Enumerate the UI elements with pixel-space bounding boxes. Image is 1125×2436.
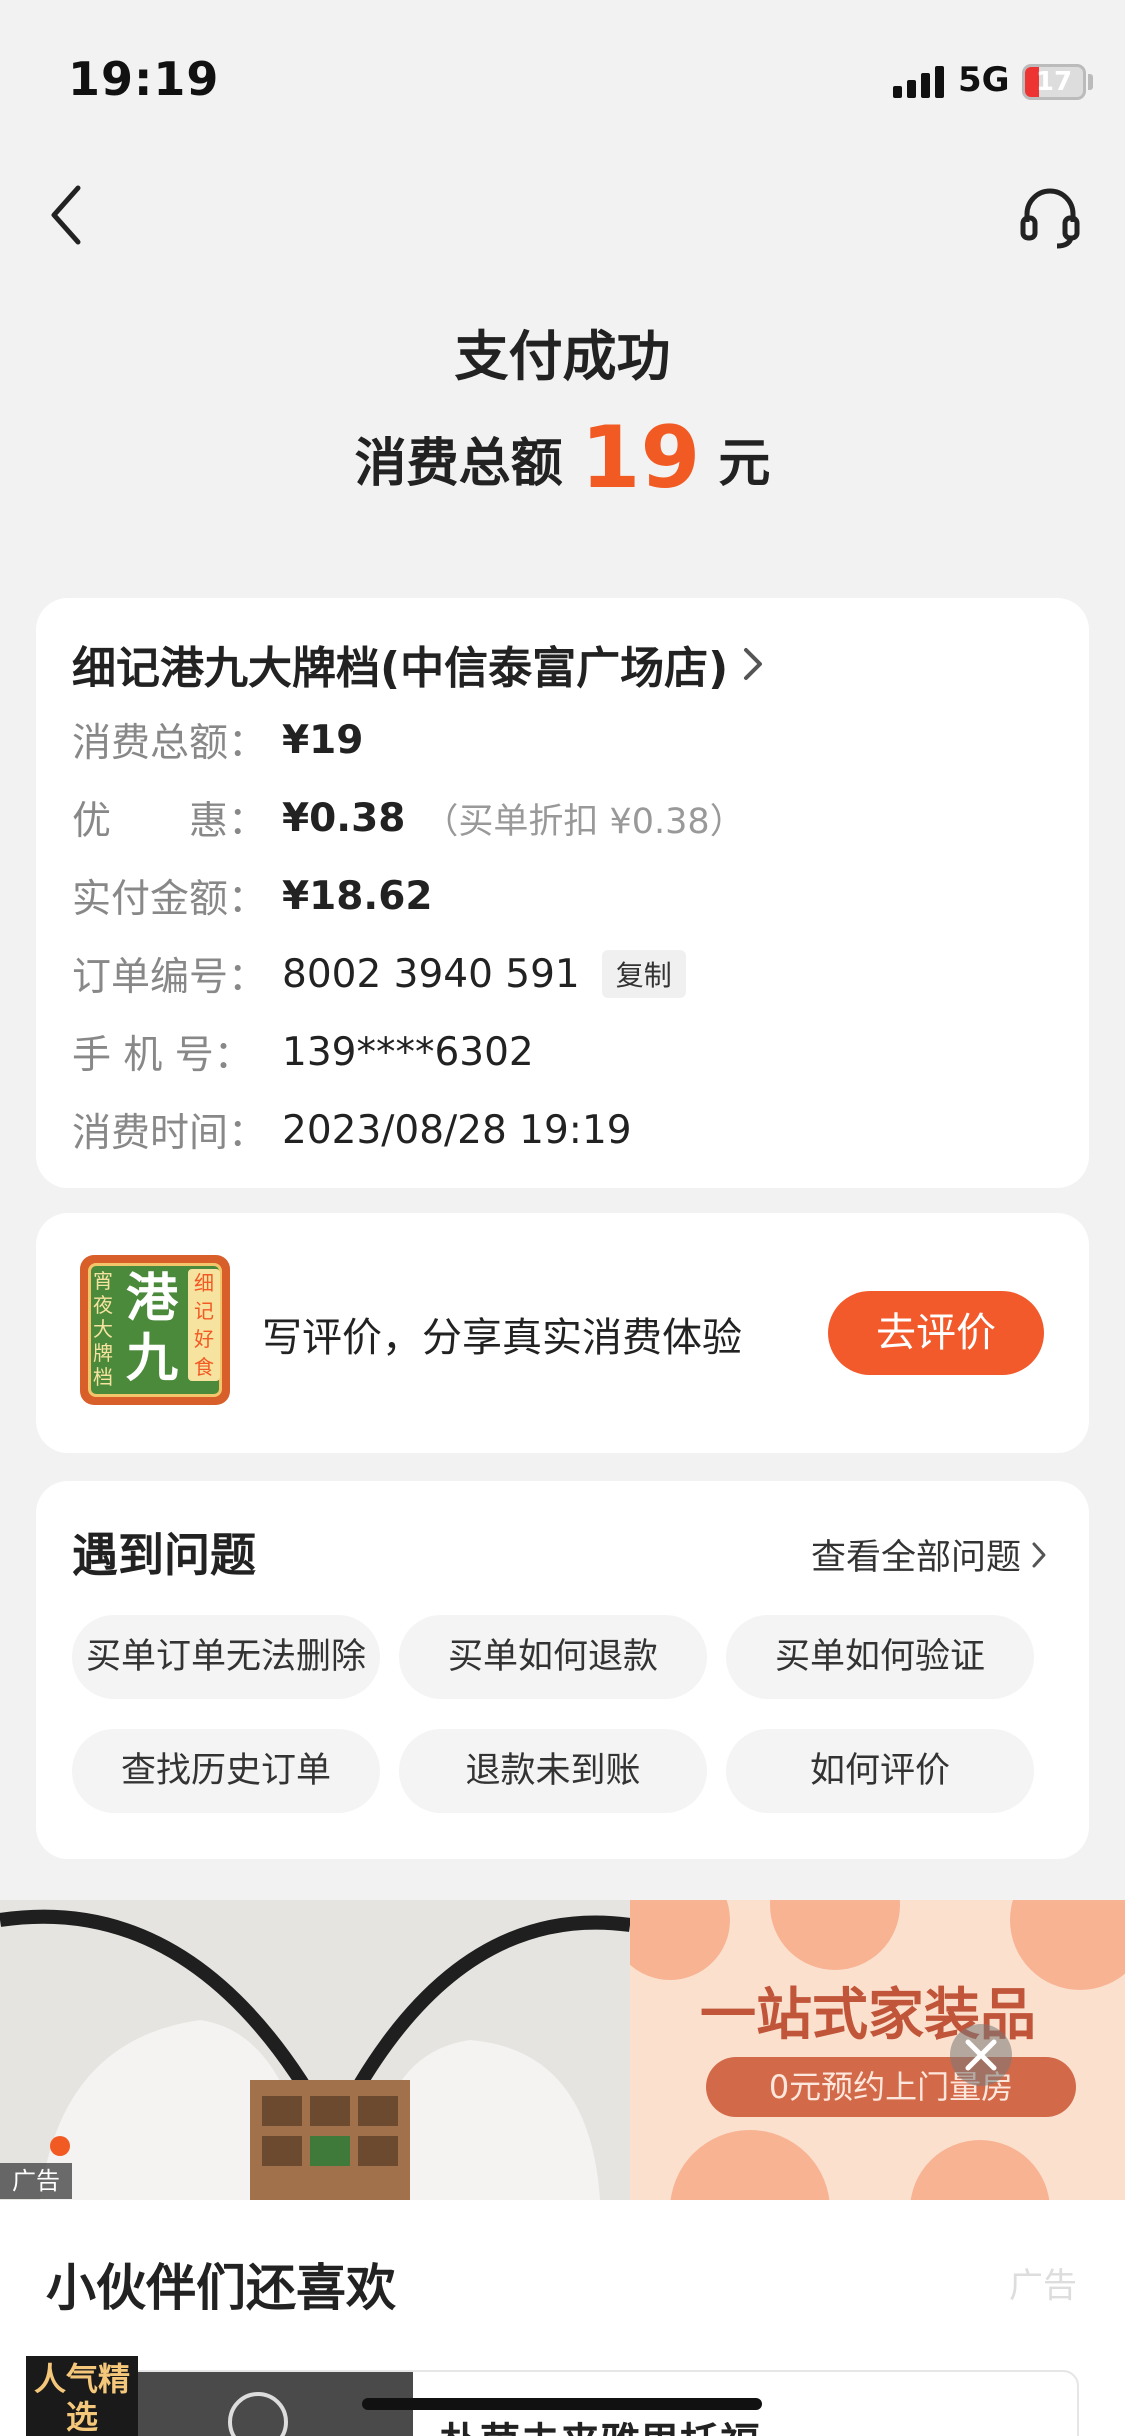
problem-chip[interactable]: 买单订单无法删除 xyxy=(72,1615,380,1699)
order-details-card: 细记港九大牌档(中信泰富广场店) 消费总额： ¥19 优 惠： ¥0.38 （买… xyxy=(36,598,1089,1188)
problem-chip[interactable]: 退款未到账 xyxy=(399,1729,707,1813)
info-row-time: 消费时间： 2023/08/28 19:19 xyxy=(72,1102,632,1158)
discount-note: （买单折扣 ¥0.38） xyxy=(423,801,745,842)
info-row-total: 消费总额： ¥19 xyxy=(72,712,363,768)
chevron-right-icon xyxy=(1032,1542,1046,1567)
status-time: 19:19 xyxy=(68,52,220,106)
battery-level: 17 xyxy=(1035,67,1073,97)
home-indicator xyxy=(362,2398,762,2410)
logo-main: 港九 xyxy=(125,1269,178,1389)
info-value: ¥18.62 xyxy=(282,873,433,919)
ad-subline: 0元预约上门量房 xyxy=(706,2057,1076,2117)
signal-icon xyxy=(893,66,945,98)
review-card: 宵夜大牌档 港九 细记好食 写评价，分享真实消费体验 去评价 xyxy=(36,1213,1089,1453)
chevron-left-icon xyxy=(51,185,81,245)
recommend-title: 小伙伴们还喜欢 xyxy=(46,2259,396,2317)
customer-service-button[interactable] xyxy=(1015,182,1085,252)
info-row-phone: 手 机 号： 139****6302 xyxy=(72,1024,534,1080)
battery-cap xyxy=(1088,74,1093,90)
ad-close-button[interactable] xyxy=(950,2024,1012,2086)
shop-name: 细记港九大牌档(中信泰富广场店) xyxy=(72,643,729,694)
recommend-ad-label: 广告 xyxy=(1009,2266,1077,2306)
headset-icon xyxy=(1020,188,1080,249)
info-label: 手 机 号： xyxy=(72,1033,253,1078)
view-all-label: 查看全部问题 xyxy=(810,1538,1021,1578)
info-label: 实付金额： xyxy=(72,877,268,922)
battery-icon: 17 xyxy=(1022,64,1086,100)
problem-chip[interactable]: 如何评价 xyxy=(726,1729,1034,1813)
recommend-item-name: 朴茵未来雅思托福 xyxy=(440,2410,760,2436)
info-label: 优 惠： xyxy=(72,799,268,844)
info-value: 139****6302 xyxy=(282,1029,534,1075)
info-value: ¥19 xyxy=(282,717,364,763)
problems-title: 遇到问题 xyxy=(72,1528,256,1582)
shop-logo: 宵夜大牌档 港九 细记好食 xyxy=(80,1255,230,1405)
problem-chip[interactable]: 查找历史订单 xyxy=(72,1729,380,1813)
logo-side-left: 宵夜大牌档 xyxy=(93,1269,113,1389)
problems-card: 遇到问题 查看全部问题 买单订单无法删除 买单如何退款 买单如何验证 查找历史订… xyxy=(36,1481,1089,1859)
problem-chip[interactable]: 买单如何验证 xyxy=(726,1615,1034,1699)
back-button[interactable] xyxy=(40,180,100,250)
total-label: 消费总额 xyxy=(354,434,563,494)
problem-chip[interactable]: 买单如何退款 xyxy=(399,1615,707,1699)
logo-side-right: 细记好食 xyxy=(188,1269,220,1381)
ad-tag: 广告 xyxy=(0,2163,72,2199)
total-unit: 元 xyxy=(718,434,771,494)
total-amount: 19 xyxy=(580,408,701,508)
shop-link[interactable]: 细记港九大牌档(中信泰富广场店) xyxy=(72,632,764,696)
review-prompt: 写评价，分享真实消费体验 xyxy=(262,1315,742,1361)
carousel-indicator xyxy=(50,2136,70,2156)
info-row-discount: 优 惠： ¥0.38 （买单折扣 ¥0.38） xyxy=(72,790,745,846)
info-value: ¥0.38 xyxy=(282,795,406,841)
info-label: 订单编号： xyxy=(72,955,268,1000)
info-label: 消费时间： xyxy=(72,1111,268,1156)
info-row-order-no: 订单编号： 8002 3940 591 复制 xyxy=(72,946,686,1002)
chevron-right-icon xyxy=(744,648,763,680)
view-all-problems-link[interactable]: 查看全部问题 xyxy=(811,1529,1047,1580)
ad-text-panel: 一站式家装品 0元预约上门量房 xyxy=(630,1900,1125,2200)
ad-image xyxy=(0,1900,630,2200)
copy-button[interactable]: 复制 xyxy=(601,950,686,998)
info-value: 2023/08/28 19:19 xyxy=(282,1107,632,1153)
info-label: 消费总额： xyxy=(72,721,268,766)
info-value: 8002 3940 591 xyxy=(282,951,580,997)
lamp-illustration xyxy=(228,2392,288,2436)
payment-success-title: 支付成功 xyxy=(454,325,671,388)
network-type: 5G xyxy=(958,60,1010,100)
interior-illustration xyxy=(0,1900,630,2200)
total-amount-line: 消费总额 19 元 xyxy=(0,408,1125,508)
popular-badge: 人气精选 xyxy=(26,2356,138,2436)
info-row-paid: 实付金额： ¥18.62 xyxy=(72,868,433,924)
write-review-button[interactable]: 去评价 xyxy=(828,1291,1044,1375)
close-icon xyxy=(965,2039,997,2071)
